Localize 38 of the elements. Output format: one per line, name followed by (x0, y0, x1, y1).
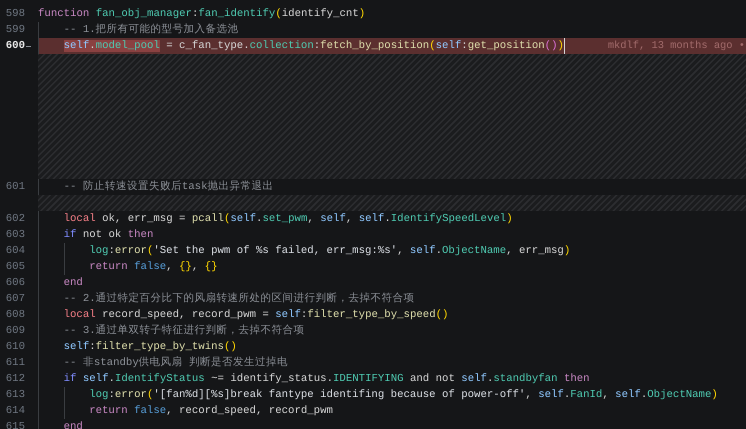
code-line: -- 1.把所有可能的型号加入备选池 (64, 22, 239, 38)
code-line: end (64, 276, 83, 291)
code-line: local ok, err_msg = pcall(self.set_pwm, self, self.IdentifySpeedLevel) (64, 212, 513, 227)
code-line: self:filter_type_by_twins() (64, 340, 237, 355)
line-number: 614 (4, 404, 25, 419)
code-line: if self.IdentifyStatus ~= identify_status.IDENTIFYING and not self.standbyfan then (64, 372, 590, 387)
code-line: -- 防止转速设置失败后task抛出异常退出 (64, 179, 274, 195)
code-line: -- 2.通过特定百分比下的风扇转速所处的区间进行判断，去掉不符合项 (64, 291, 415, 307)
code-line: return false, record_speed, record_pwm (89, 404, 333, 419)
line-number: 607 (4, 292, 25, 307)
code-line: function fan_obj_manager:fan_identify(identify_cnt) (38, 7, 366, 22)
blame-annotation: mkdlf, 13 months ago • (608, 39, 746, 54)
line-number: 603 (4, 228, 25, 243)
code-line: log:error('[fan%d][%s]break fantype identifing because of power-off', self.FanId, self.ObjectName) (89, 388, 718, 403)
code-line: if not ok then (64, 228, 154, 243)
line-number: 613 (4, 388, 25, 403)
code-line: end (64, 420, 83, 429)
code-line: -- 非standby供电风扇 判断是否发生过掉电 (64, 355, 288, 371)
line-number: 598 (4, 7, 25, 22)
code-line: -- 3.通过单双转子特征进行判断，去掉不符合项 (64, 323, 305, 339)
line-number: 608 (4, 308, 25, 323)
line-number: 606 (4, 276, 25, 291)
line-number: 600 (4, 39, 25, 54)
line-number: 599 (4, 23, 25, 38)
line-number: 609 (4, 324, 25, 339)
line-number: 604 (4, 244, 25, 259)
line-number: 611 (4, 356, 25, 371)
line-number: 602 (4, 212, 25, 227)
code-line: log:error('Set the pwm of %s failed, err_msg:%s', self.ObjectName, err_msg) (89, 244, 570, 259)
line-number: 605 (4, 260, 25, 275)
text-cursor (564, 38, 565, 54)
line-number: 610 (4, 340, 25, 355)
code-line: local record_speed, record_pwm = self:filter_type_by_speed() (64, 308, 448, 323)
line-number: 601 (4, 180, 25, 195)
code-line: self.model_pool = c_fan_type.collection:fetch_by_position(self:get_position()) (64, 39, 564, 54)
line-number: 615 (4, 420, 25, 429)
line-number: 612 (4, 372, 25, 387)
code-line: return false, {}, {} (89, 260, 218, 275)
